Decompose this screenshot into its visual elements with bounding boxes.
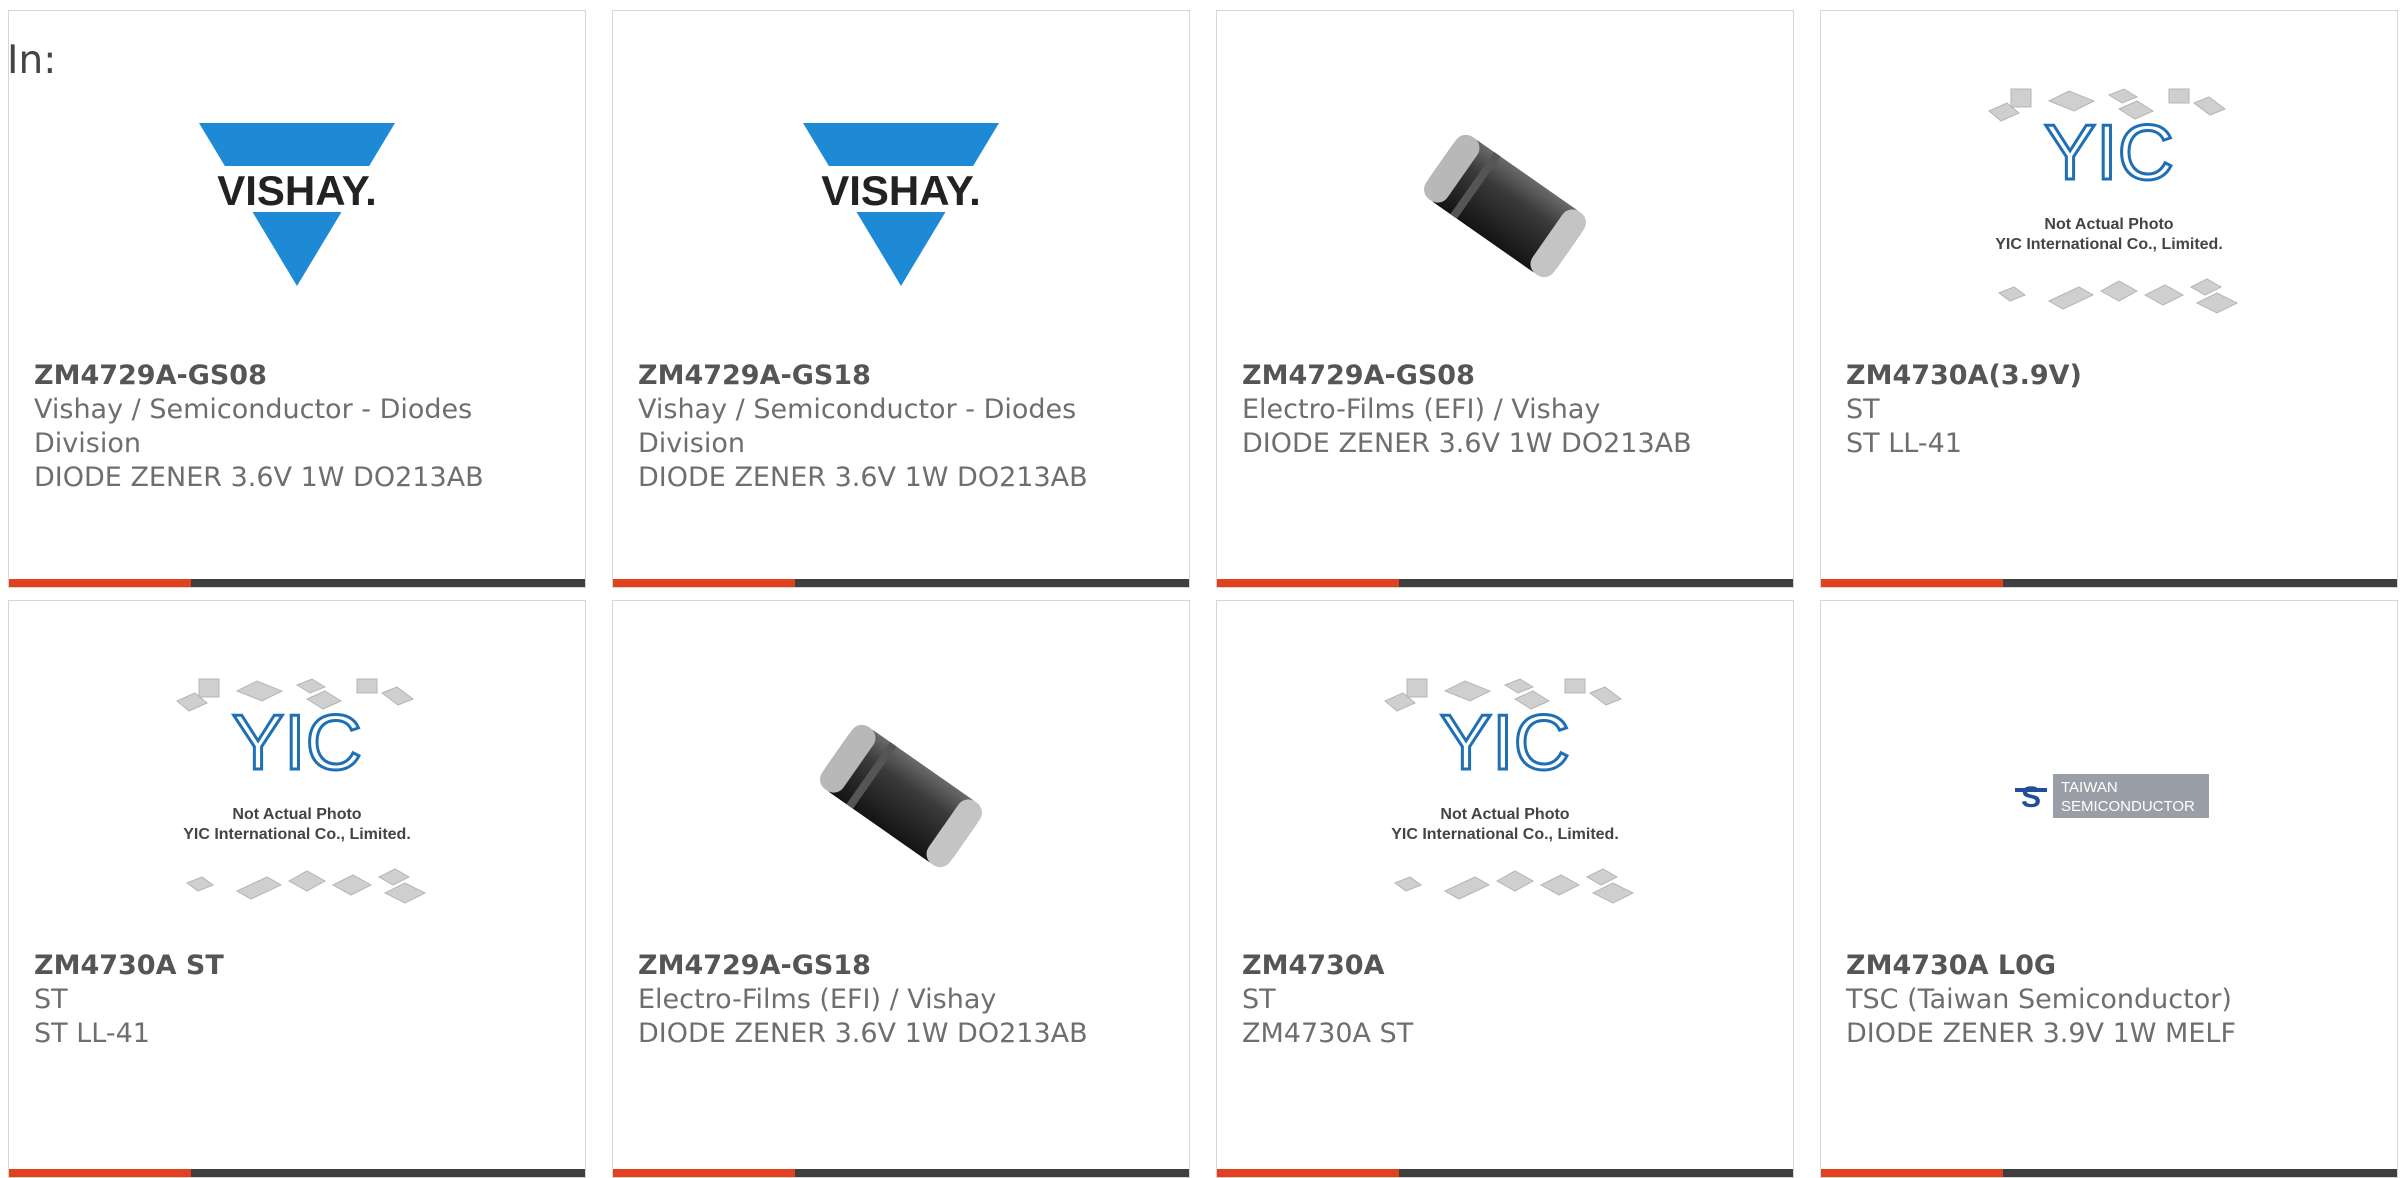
- product-image: VISHAY.: [9, 61, 585, 351]
- yic-placeholder-icon: YIC Not Actual Photo YIC International C…: [1384, 678, 1635, 904]
- description: DIODE ZENER 3.6V 1W DO213AB: [638, 1018, 1088, 1049]
- manufacturer: Vishay / Semiconductor - Diodes Division: [638, 394, 1077, 459]
- card-bottom-bar: [1217, 1169, 1793, 1177]
- part-number[interactable]: ZM4730A(3.9V): [1846, 359, 2377, 393]
- product-image: [1217, 61, 1793, 351]
- svg-text:VISHAY.: VISHAY.: [217, 167, 377, 214]
- svg-text:TAIWAN: TAIWAN: [2061, 779, 2118, 796]
- part-number[interactable]: ZM4730A: [1242, 949, 1773, 983]
- svg-text:S: S: [2021, 781, 2041, 814]
- manufacturer: ST: [1846, 394, 1880, 425]
- manufacturer: ST: [1242, 984, 1276, 1015]
- svg-text:Not Actual Photo: Not Actual Photo: [2044, 216, 2173, 233]
- product-card[interactable]: YIC Not Actual Photo YIC International C…: [1820, 10, 2398, 588]
- card-bottom-bar: [613, 1169, 1189, 1177]
- manufacturer: Vishay / Semiconductor - Diodes Division: [34, 394, 473, 459]
- product-image: S TAIWAN SEMICONDUCTOR: [1821, 651, 2397, 941]
- product-card[interactable]: VISHAY. ZM4729A-GS18 Vishay / Semiconduc…: [612, 10, 1190, 588]
- part-number[interactable]: ZM4729A-GS08: [34, 359, 565, 393]
- melf-diode-icon: [820, 724, 982, 868]
- svg-text:YIC: YIC: [2044, 108, 2174, 196]
- part-number[interactable]: ZM4729A-GS18: [638, 359, 1169, 393]
- svg-text:YIC International Co., Limited: YIC International Co., Limited.: [1995, 236, 2223, 253]
- manufacturer: Electro-Films (EFI) / Vishay: [638, 984, 997, 1015]
- svg-text:YIC International Co., Limited: YIC International Co., Limited.: [1391, 826, 1619, 843]
- card-bottom-bar: [1217, 579, 1793, 587]
- card-bottom-bar: [613, 579, 1189, 587]
- description: DIODE ZENER 3.6V 1W DO213AB: [638, 462, 1088, 493]
- product-image: VISHAY.: [613, 61, 1189, 351]
- product-card[interactable]: VISHAY. ZM4729A-GS08 Vishay / Semiconduc…: [8, 10, 586, 588]
- description: ST LL-41: [34, 1018, 150, 1049]
- manufacturer: ST: [34, 984, 68, 1015]
- part-number[interactable]: ZM4730A L0G: [1846, 949, 2377, 983]
- description: DIODE ZENER 3.9V 1W MELF: [1846, 1018, 2236, 1049]
- svg-text:SEMICONDUCTOR: SEMICONDUCTOR: [2061, 798, 2195, 815]
- card-bottom-bar: [1821, 579, 2397, 587]
- melf-diode-icon: [1424, 134, 1586, 278]
- part-number[interactable]: ZM4730A ST: [34, 949, 565, 983]
- svg-text:YIC: YIC: [232, 698, 362, 786]
- card-bottom-bar: [9, 579, 585, 587]
- svg-text:VISHAY.: VISHAY.: [821, 167, 981, 214]
- svg-text:Not Actual Photo: Not Actual Photo: [232, 806, 361, 823]
- product-card[interactable]: ZM4729A-GS08 Electro-Films (EFI) / Visha…: [1216, 10, 1794, 588]
- card-bottom-bar: [9, 1169, 585, 1177]
- description: ST LL-41: [1846, 428, 1962, 459]
- svg-text:Not Actual Photo: Not Actual Photo: [1440, 806, 1569, 823]
- card-bottom-bar: [1821, 1169, 2397, 1177]
- manufacturer: Electro-Films (EFI) / Vishay: [1242, 394, 1601, 425]
- product-image: YIC Not Actual Photo YIC International C…: [1217, 651, 1793, 941]
- yic-placeholder-icon: YIC Not Actual Photo YIC International C…: [1988, 88, 2239, 314]
- description: DIODE ZENER 3.6V 1W DO213AB: [34, 462, 484, 493]
- search-in-label: In:: [7, 38, 57, 83]
- taiwan-semiconductor-logo-icon: S TAIWAN SEMICONDUCTOR: [2009, 774, 2209, 818]
- product-card[interactable]: S TAIWAN SEMICONDUCTOR ZM4730A L0G TSC (…: [1820, 600, 2398, 1178]
- product-card[interactable]: ZM4729A-GS18 Electro-Films (EFI) / Visha…: [612, 600, 1190, 1178]
- svg-text:YIC International Co., Limited: YIC International Co., Limited.: [183, 826, 411, 843]
- svg-text:YIC: YIC: [1440, 698, 1570, 786]
- product-image: YIC Not Actual Photo YIC International C…: [1821, 61, 2397, 351]
- product-image: YIC Not Actual Photo YIC International C…: [9, 651, 585, 941]
- product-card[interactable]: YIC Not Actual Photo YIC International C…: [8, 600, 586, 1178]
- manufacturer: TSC (Taiwan Semiconductor): [1846, 984, 2232, 1015]
- vishay-logo-icon: VISHAY.: [801, 123, 1001, 286]
- product-image: [613, 651, 1189, 941]
- description: DIODE ZENER 3.6V 1W DO213AB: [1242, 428, 1692, 459]
- part-number[interactable]: ZM4729A-GS18: [638, 949, 1169, 983]
- product-card[interactable]: YIC Not Actual Photo YIC International C…: [1216, 600, 1794, 1178]
- description: ZM4730A ST: [1242, 1018, 1414, 1049]
- vishay-logo-icon: VISHAY.: [197, 123, 397, 286]
- yic-placeholder-icon: YIC Not Actual Photo YIC International C…: [176, 678, 427, 904]
- part-number[interactable]: ZM4729A-GS08: [1242, 359, 1773, 393]
